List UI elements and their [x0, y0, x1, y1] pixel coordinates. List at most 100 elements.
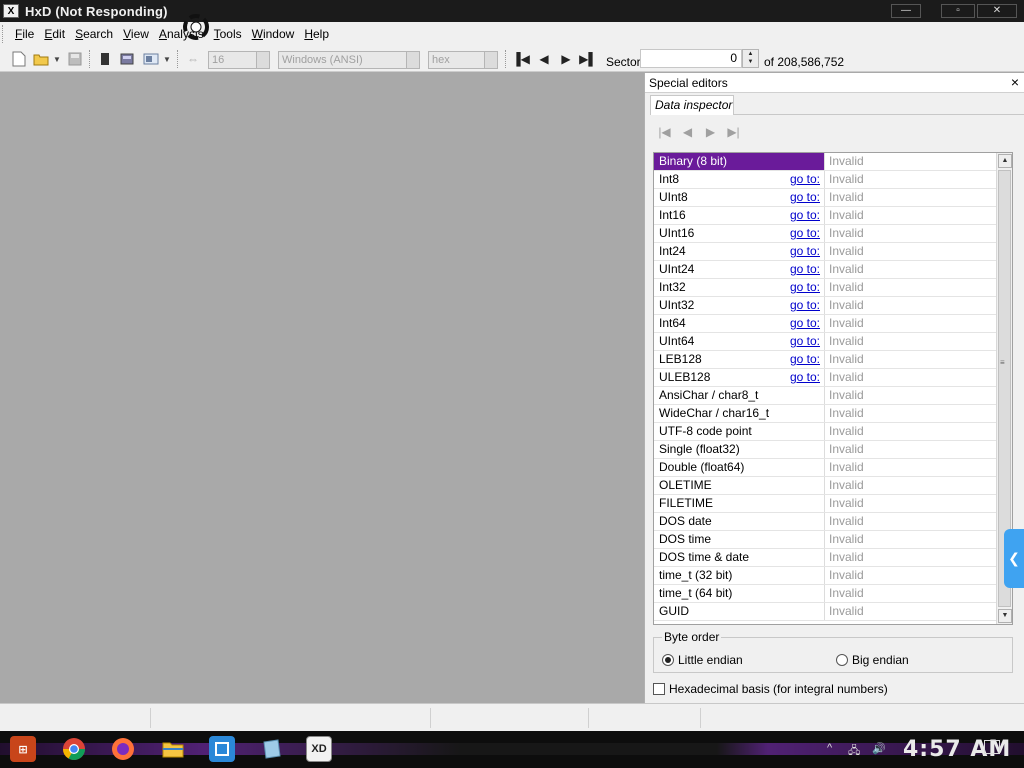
sector-input[interactable]: 0 [640, 49, 742, 68]
hxd-app-icon[interactable]: X [3, 4, 19, 18]
goto-link[interactable]: go to: [790, 261, 820, 278]
inspector-type-name[interactable]: WideChar / char16_t [654, 405, 825, 422]
view-dropdown-icon[interactable]: ▼ [162, 50, 172, 68]
inspector-row[interactable]: FILETIME Invalid [654, 495, 997, 513]
inspector-value[interactable]: Invalid [825, 477, 997, 494]
inspector-row[interactable]: LEB128 go to: Invalid [654, 351, 997, 369]
inspector-value[interactable]: Invalid [825, 351, 997, 368]
combo-dropdown-button[interactable] [256, 52, 269, 68]
inspector-type-name[interactable]: LEB128 go to: [654, 351, 825, 368]
close-window-button[interactable]: ✕ [977, 4, 1017, 18]
inspector-row[interactable]: Int64 go to: Invalid [654, 315, 997, 333]
inspector-value[interactable]: Invalid [825, 315, 997, 332]
inspector-type-name[interactable]: Int32 go to: [654, 279, 825, 296]
inspector-row[interactable]: time_t (64 bit) Invalid [654, 585, 997, 603]
charset-combo[interactable]: Windows (ANSI) [278, 51, 420, 69]
scroll-up-icon[interactable]: ▲ [998, 154, 1012, 168]
goto-link[interactable]: go to: [790, 225, 820, 242]
big-endian-radio[interactable]: Big endian [836, 653, 909, 667]
file-explorer-icon[interactable] [160, 736, 186, 762]
inspector-value[interactable]: Invalid [825, 279, 997, 296]
inspector-type-name[interactable]: AnsiChar / char8_t [654, 387, 825, 404]
new-file-icon[interactable] [10, 50, 28, 68]
minimize-button[interactable]: — [891, 4, 921, 18]
inspector-type-name[interactable]: FILETIME [654, 495, 825, 512]
inspector-row[interactable]: AnsiChar / char8_t Invalid [654, 387, 997, 405]
inspector-row[interactable]: Double (float64) Invalid [654, 459, 997, 477]
inspector-type-name[interactable]: Single (float32) [654, 441, 825, 458]
bytes-per-row-combo[interactable]: 16 [208, 51, 270, 69]
inspector-value[interactable]: Invalid [825, 297, 997, 314]
inspector-value[interactable]: Invalid [825, 585, 997, 602]
inspector-type-name[interactable]: UInt24 go to: [654, 261, 825, 278]
goto-link[interactable]: go to: [790, 279, 820, 296]
inspector-row[interactable]: Int24 go to: Invalid [654, 243, 997, 261]
goto-link[interactable]: go to: [790, 351, 820, 368]
collapse-side-tab[interactable]: ❮ [1004, 529, 1024, 588]
goto-link[interactable]: go to: [790, 243, 820, 260]
inspector-type-name[interactable]: UInt64 go to: [654, 333, 825, 350]
tray-chevron-icon[interactable]: ^ [827, 742, 832, 754]
goto-link[interactable]: go to: [790, 297, 820, 314]
inspector-row[interactable]: UInt32 go to: Invalid [654, 297, 997, 315]
inspector-type-name[interactable]: Int16 go to: [654, 207, 825, 224]
little-endian-radio[interactable]: Little endian [662, 653, 743, 667]
inspector-value[interactable]: Invalid [825, 189, 997, 206]
inspector-row[interactable]: UTF-8 code point Invalid [654, 423, 997, 441]
inspector-row[interactable]: Single (float32) Invalid [654, 441, 997, 459]
inspector-value[interactable]: Invalid [825, 207, 997, 224]
close-panel-icon[interactable]: × [1011, 74, 1019, 90]
menu-window[interactable]: Window [247, 27, 300, 41]
inspector-value[interactable]: Invalid [825, 333, 997, 350]
inspector-value[interactable]: Invalid [825, 567, 997, 584]
volume-icon[interactable]: 🔊 [872, 742, 886, 755]
goto-link[interactable]: go to: [790, 189, 820, 206]
inspector-row[interactable]: DOS date Invalid [654, 513, 997, 531]
goto-link[interactable]: go to: [790, 315, 820, 332]
inspector-value[interactable]: Invalid [825, 153, 997, 170]
notepad-icon[interactable] [258, 736, 284, 762]
open-dropdown-icon[interactable]: ▼ [52, 50, 62, 68]
inspector-value[interactable]: Invalid [825, 225, 997, 242]
goto-link[interactable]: go to: [790, 333, 820, 350]
first-icon[interactable]: |◀ [657, 125, 672, 139]
inspector-type-name[interactable]: DOS time [654, 531, 825, 548]
network-icon[interactable]: 🖧 [848, 742, 860, 761]
inspector-type-name[interactable]: Int24 go to: [654, 243, 825, 260]
notifications-icon[interactable] [984, 740, 1000, 754]
menu-search[interactable]: Search [70, 27, 118, 41]
inspector-value[interactable]: Invalid [825, 387, 997, 404]
inspector-type-name[interactable]: UTF-8 code point [654, 423, 825, 440]
save-icon[interactable] [66, 50, 84, 68]
inspector-row[interactable]: Int16 go to: Invalid [654, 207, 997, 225]
window-switcher-icon[interactable] [209, 736, 235, 762]
sector-spinner[interactable]: ▲ ▼ [742, 49, 759, 68]
inspector-value[interactable]: Invalid [825, 423, 997, 440]
inspector-row[interactable]: WideChar / char16_t Invalid [654, 405, 997, 423]
last-sector-icon[interactable]: ▶▌ [579, 50, 597, 68]
inspector-row[interactable]: DOS time Invalid [654, 531, 997, 549]
last-icon[interactable]: ▶| [726, 125, 741, 139]
inspector-row[interactable]: Binary (8 bit) Invalid [654, 153, 997, 171]
inspector-row[interactable]: UInt64 go to: Invalid [654, 333, 997, 351]
inspector-type-name[interactable]: GUID [654, 603, 825, 620]
inspector-row[interactable]: time_t (32 bit) Invalid [654, 567, 997, 585]
menu-tools[interactable]: Tools [209, 27, 247, 41]
inspector-row[interactable]: Int8 go to: Invalid [654, 171, 997, 189]
hex-basis-checkbox[interactable]: Hexadecimal basis (for integral numbers) [653, 682, 888, 696]
inspector-row[interactable]: OLETIME Invalid [654, 477, 997, 495]
offset-base-combo[interactable]: hex [428, 51, 498, 69]
inspector-row[interactable]: ULEB128 go to: Invalid [654, 369, 997, 387]
inspector-value[interactable]: Invalid [825, 459, 997, 476]
inspector-type-name[interactable]: ULEB128 go to: [654, 369, 825, 386]
inspector-value[interactable]: Invalid [825, 261, 997, 278]
inspector-type-name[interactable]: time_t (32 bit) [654, 567, 825, 584]
inspector-type-name[interactable]: Double (float64) [654, 459, 825, 476]
inspector-value[interactable]: Invalid [825, 531, 997, 548]
inspector-value[interactable]: Invalid [825, 369, 997, 386]
inspector-value[interactable]: Invalid [825, 441, 997, 458]
combo-dropdown-button[interactable] [484, 52, 497, 68]
next-icon[interactable]: ▶ [703, 125, 718, 139]
inspector-type-name[interactable]: DOS time & date [654, 549, 825, 566]
inspector-value[interactable]: Invalid [825, 171, 997, 188]
